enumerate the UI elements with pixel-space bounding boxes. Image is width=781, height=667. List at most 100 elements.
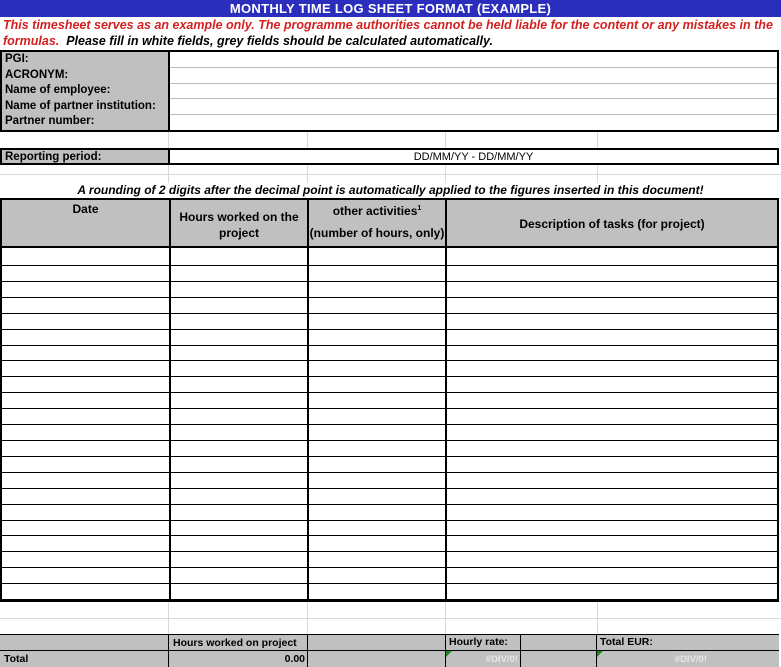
other-activities-cell[interactable] [309, 568, 445, 583]
date-cell[interactable] [2, 521, 169, 536]
date-cell[interactable] [2, 330, 169, 345]
description-cell[interactable] [447, 298, 777, 313]
description-cell[interactable] [447, 377, 777, 392]
hours-cell[interactable] [171, 425, 307, 440]
other-activities-cell[interactable] [309, 425, 445, 440]
hours-cell[interactable] [171, 457, 307, 472]
description-cell[interactable] [447, 521, 777, 536]
hours-cell[interactable] [171, 282, 307, 297]
other-activities-cell[interactable] [309, 282, 445, 297]
date-cell[interactable] [2, 393, 169, 408]
partner-number-field[interactable] [172, 115, 778, 130]
hours-cell[interactable] [171, 568, 307, 583]
date-cell[interactable] [2, 266, 169, 281]
description-cell[interactable] [447, 489, 777, 504]
total-eur-value: #DIV/0! [674, 654, 707, 665]
hours-cell[interactable] [171, 552, 307, 567]
disclaimer: This timesheet serves as an example only… [3, 17, 779, 49]
description-cell[interactable] [447, 282, 777, 297]
date-cell[interactable] [2, 346, 169, 361]
other-activities-cell[interactable] [309, 521, 445, 536]
description-cell[interactable] [447, 250, 777, 265]
hours-cell[interactable] [171, 377, 307, 392]
other-activities-cell[interactable] [309, 552, 445, 567]
date-cell[interactable] [2, 282, 169, 297]
date-cell[interactable] [2, 568, 169, 583]
description-cell[interactable] [447, 330, 777, 345]
other-activities-cell[interactable] [309, 393, 445, 408]
hours-cell[interactable] [171, 330, 307, 345]
acronym-field[interactable] [172, 68, 778, 83]
date-cell[interactable] [2, 441, 169, 456]
description-cell[interactable] [447, 393, 777, 408]
hours-cell[interactable] [171, 346, 307, 361]
other-activities-cell[interactable] [309, 330, 445, 345]
date-cell[interactable] [2, 314, 169, 329]
description-cell[interactable] [447, 505, 777, 520]
description-cell[interactable] [447, 568, 777, 583]
other-activities-cell[interactable] [309, 489, 445, 504]
employee-name-field[interactable] [172, 84, 778, 98]
description-cell[interactable] [447, 409, 777, 424]
description-cell[interactable] [447, 584, 777, 599]
other-activities-cell[interactable] [309, 361, 445, 376]
hours-cell[interactable] [171, 250, 307, 265]
hours-cell[interactable] [171, 489, 307, 504]
other-activities-cell[interactable] [309, 250, 445, 265]
table-header: Date Hours worked on the project other a… [2, 200, 777, 248]
date-cell[interactable] [2, 457, 169, 472]
reporting-period-field[interactable]: DD/MM/YY - DD/MM/YY [170, 150, 777, 163]
other-activities-cell[interactable] [309, 584, 445, 599]
other-activities-cell[interactable] [309, 457, 445, 472]
date-cell[interactable] [2, 250, 169, 265]
date-cell[interactable] [2, 409, 169, 424]
other-activities-cell[interactable] [309, 346, 445, 361]
date-cell[interactable] [2, 298, 169, 313]
other-activities-cell[interactable] [309, 377, 445, 392]
other-activities-cell[interactable] [309, 536, 445, 551]
hours-cell[interactable] [171, 584, 307, 599]
hours-cell[interactable] [171, 441, 307, 456]
other-activities-cell[interactable] [309, 409, 445, 424]
hours-cell[interactable] [171, 298, 307, 313]
description-cell[interactable] [447, 473, 777, 488]
description-cell[interactable] [447, 314, 777, 329]
description-cell[interactable] [447, 266, 777, 281]
hours-cell[interactable] [171, 473, 307, 488]
other-activities-cell[interactable] [309, 505, 445, 520]
other-activities-cell[interactable] [309, 314, 445, 329]
date-cell[interactable] [2, 489, 169, 504]
grid-line [445, 132, 446, 148]
hours-cell[interactable] [171, 393, 307, 408]
description-cell[interactable] [447, 361, 777, 376]
grid-line [307, 602, 308, 634]
description-cell[interactable] [447, 346, 777, 361]
hours-cell[interactable] [171, 266, 307, 281]
description-cell[interactable] [447, 425, 777, 440]
date-cell[interactable] [2, 377, 169, 392]
hours-cell[interactable] [171, 536, 307, 551]
other-activities-cell[interactable] [309, 473, 445, 488]
date-cell[interactable] [2, 505, 169, 520]
hours-cell[interactable] [171, 505, 307, 520]
description-cell[interactable] [447, 441, 777, 456]
other-activities-cell[interactable] [309, 441, 445, 456]
hours-cell[interactable] [171, 361, 307, 376]
date-cell[interactable] [2, 473, 169, 488]
other-activities-cell[interactable] [309, 298, 445, 313]
other-activities-cell[interactable] [309, 266, 445, 281]
description-cell[interactable] [447, 457, 777, 472]
description-cell[interactable] [447, 536, 777, 551]
date-cell[interactable] [2, 361, 169, 376]
description-cell[interactable] [447, 552, 777, 567]
date-cell[interactable] [2, 584, 169, 599]
hours-cell[interactable] [171, 409, 307, 424]
date-cell[interactable] [2, 425, 169, 440]
hours-cell[interactable] [171, 314, 307, 329]
hours-cell[interactable] [171, 521, 307, 536]
partner-institution-field[interactable] [172, 99, 778, 114]
date-cell[interactable] [2, 552, 169, 567]
date-cell[interactable] [2, 536, 169, 551]
grid-line [597, 602, 598, 634]
pgi-field[interactable] [172, 52, 778, 67]
